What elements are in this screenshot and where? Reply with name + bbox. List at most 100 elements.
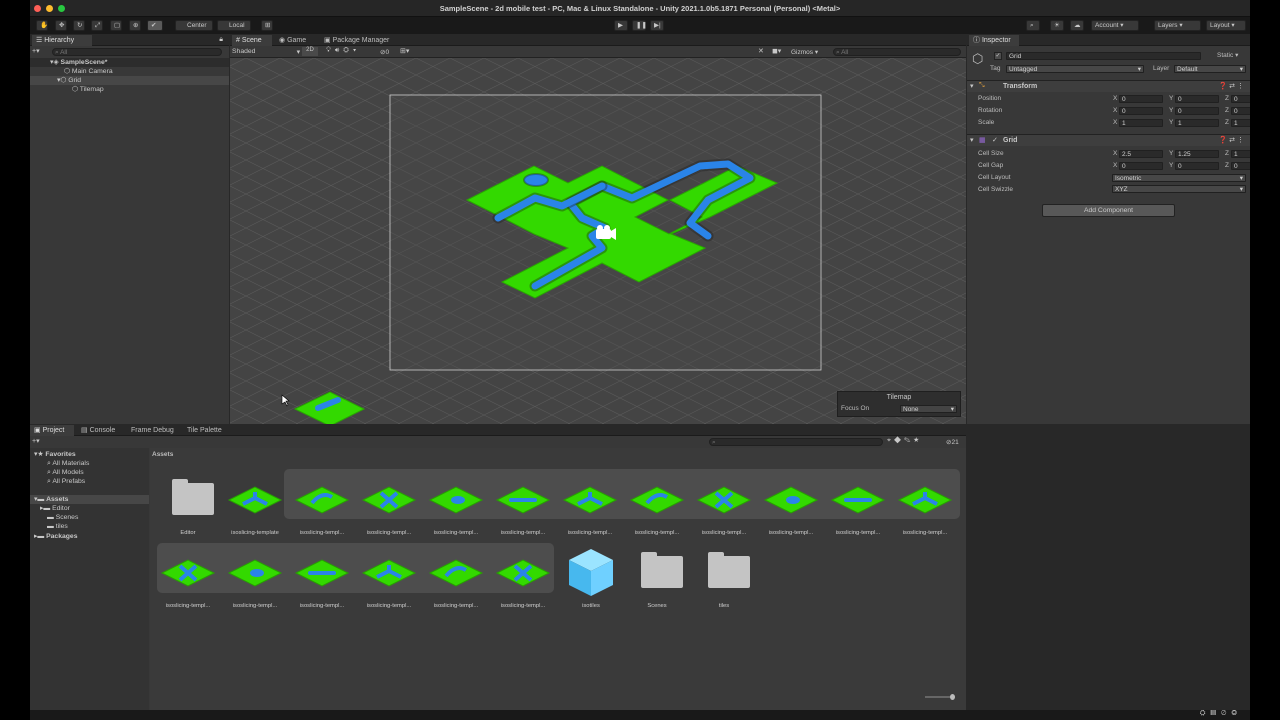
- layout-dropdown[interactable]: Layout ▾: [1206, 20, 1246, 31]
- gizmos-dropdown[interactable]: Gizmos ▾: [791, 48, 827, 56]
- transform-x-field[interactable]: 0: [1119, 95, 1163, 103]
- folder-scenes[interactable]: ▬ Scenes: [47, 513, 78, 522]
- grid-snap-icon[interactable]: ⊞: [261, 20, 273, 31]
- transform-y-field[interactable]: 1: [1175, 119, 1219, 127]
- hierarchy-scene-row[interactable]: ▾◈ SampleScene*: [30, 58, 229, 67]
- project-search-input[interactable]: ⌕: [709, 438, 883, 446]
- asset-item[interactable]: isoslicing-templ...: [493, 473, 553, 539]
- play-button[interactable]: ▶: [614, 20, 628, 31]
- cell-gap-y-field[interactable]: 0: [1175, 162, 1219, 170]
- layers-dropdown[interactable]: Layers ▾: [1154, 20, 1201, 31]
- transform-y-field[interactable]: 0: [1175, 95, 1219, 103]
- account-dropdown[interactable]: Account ▾: [1091, 20, 1139, 31]
- asset-item[interactable]: isoslicing-templ...: [895, 473, 955, 539]
- asset-item[interactable]: isoslicing-templ...: [225, 546, 285, 612]
- grid-component-header[interactable]: ▾ ▦ ✓ Grid ❓ ⇄ ⋮: [967, 134, 1250, 146]
- cell-size-x-field[interactable]: 2.5: [1119, 150, 1163, 158]
- move-tool-icon[interactable]: ✥: [55, 20, 67, 31]
- asset-item[interactable]: isoslicing-templ...: [359, 546, 419, 612]
- layer-dropdown[interactable]: Default ▾: [1174, 65, 1246, 73]
- active-checkbox[interactable]: ✓: [994, 52, 1002, 60]
- folder-tiles[interactable]: ▬ tiles: [47, 522, 68, 531]
- asset-item[interactable]: isoslicing-templ...: [694, 473, 754, 539]
- pivot-local-button[interactable]: Local: [217, 20, 251, 31]
- custom-tool-icon[interactable]: ✔: [147, 20, 163, 31]
- transform-y-field[interactable]: 0: [1175, 107, 1219, 115]
- create-asset-button[interactable]: +▾: [32, 437, 40, 445]
- transform-header[interactable]: ▾ ⤡ Transform ❓ ⇄ ⋮: [967, 80, 1250, 92]
- tag-dropdown[interactable]: Untagged ▾: [1006, 65, 1144, 73]
- scene-search-input[interactable]: ⌕ All: [833, 48, 961, 56]
- cell-gap-z-field[interactable]: 0: [1231, 162, 1250, 170]
- component-menu-icon[interactable]: ❓ ⇄ ⋮: [1219, 82, 1244, 90]
- asset-item[interactable]: isoslicing-templ...: [560, 473, 620, 539]
- search-icon[interactable]: ⌕: [1026, 20, 1040, 31]
- tab-inspector[interactable]: ⓘ Inspector: [969, 35, 1019, 46]
- asset-item[interactable]: isoslicing-templ...: [426, 473, 486, 539]
- hierarchy-item-tilemap[interactable]: ⬡ Tilemap: [72, 85, 104, 94]
- transform-z-field[interactable]: 0: [1231, 107, 1250, 115]
- favorite-all-materials[interactable]: ⌕ All Materials: [47, 459, 89, 468]
- static-toggle[interactable]: Static ▾: [1217, 51, 1238, 60]
- step-button[interactable]: ▶|: [650, 20, 664, 31]
- transform-x-field[interactable]: 1: [1119, 119, 1163, 127]
- favorites-folder[interactable]: ▾★ Favorites: [34, 450, 76, 459]
- transform-x-field[interactable]: 0: [1119, 107, 1163, 115]
- zoom-slider[interactable]: [925, 694, 955, 700]
- cell-gap-x-field[interactable]: 0: [1119, 162, 1163, 170]
- favorite-all-models[interactable]: ⌕ All Models: [47, 468, 84, 477]
- packages-folder[interactable]: ▸▬ Packages: [34, 532, 77, 541]
- hierarchy-item-grid[interactable]: ▾⬡ Grid: [30, 76, 229, 85]
- asset-item[interactable]: isoslicing-templ...: [761, 473, 821, 539]
- rect-tool-icon[interactable]: ▢: [110, 20, 122, 31]
- filter-icons[interactable]: ⌖◆✎★: [887, 437, 922, 445]
- transform-tool-icon[interactable]: ⊕: [129, 20, 141, 31]
- 2d-toggle[interactable]: 2D: [302, 47, 318, 56]
- tab-project[interactable]: ▣ Project: [30, 425, 74, 436]
- cell-size-z-field[interactable]: 1: [1231, 150, 1250, 158]
- hierarchy-item-main-camera[interactable]: ⬡ Main Camera: [64, 67, 113, 76]
- rotate-tool-icon[interactable]: ↻: [73, 20, 85, 31]
- zoom-slider-handle[interactable]: [950, 694, 955, 700]
- focus-on-dropdown[interactable]: None ▾: [900, 405, 957, 413]
- scene-viewport[interactable]: [230, 58, 966, 424]
- transform-z-field[interactable]: 0: [1231, 95, 1250, 103]
- asset-item[interactable]: isoslicing-template: [225, 473, 285, 539]
- hidden-packages-count[interactable]: ⊘21: [946, 438, 959, 446]
- asset-item[interactable]: isoslicing-templ...: [828, 473, 888, 539]
- cell-swizzle-dropdown[interactable]: XYZ ▾: [1112, 185, 1246, 193]
- pivot-center-button[interactable]: Center: [175, 20, 213, 31]
- tab-hierarchy[interactable]: ☰ Hierarchy: [32, 35, 92, 46]
- hidden-count[interactable]: ⊘0: [380, 48, 389, 56]
- assets-folder[interactable]: ▾▬ Assets: [30, 495, 149, 504]
- asset-item[interactable]: isoslicing-templ...: [158, 546, 218, 612]
- asset-item[interactable]: Scenes: [627, 546, 687, 612]
- lock-icon[interactable]: 🔒︎: [219, 36, 223, 44]
- asset-item[interactable]: isoslicing-templ...: [292, 473, 352, 539]
- grid-toggle-icon[interactable]: ⊞▾: [400, 47, 409, 55]
- scale-tool-icon[interactable]: ⤢: [91, 20, 103, 31]
- tools-icon[interactable]: ✕: [758, 47, 764, 55]
- asset-item[interactable]: isoslicing-templ...: [627, 473, 687, 539]
- asset-item[interactable]: tiles: [694, 546, 754, 612]
- status-icons[interactable]: ⛭▤⊘◎: [1200, 710, 1242, 718]
- tab-scene[interactable]: # Scene: [232, 35, 272, 46]
- asset-item[interactable]: isotiles: [561, 546, 621, 612]
- cloud-icon[interactable]: ☁: [1070, 20, 1084, 31]
- tab-frame-debug[interactable]: Frame Debug: [127, 425, 179, 436]
- favorite-all-prefabs[interactable]: ⌕ All Prefabs: [47, 477, 85, 486]
- grid-enabled-checkbox[interactable]: ✓: [992, 136, 998, 144]
- tab-package-manager[interactable]: ▣ Package Manager: [320, 35, 400, 46]
- transform-z-field[interactable]: 1: [1231, 119, 1250, 127]
- scene-toggle-icons[interactable]: 💡︎🔊︎⛭▾: [326, 47, 360, 55]
- draw-mode-dropdown[interactable]: Shaded ▾: [232, 48, 300, 56]
- pause-button[interactable]: ❚❚: [632, 20, 647, 31]
- cell-layout-dropdown[interactable]: Isometric ▾: [1112, 174, 1246, 182]
- asset-item[interactable]: isoslicing-templ...: [493, 546, 553, 612]
- tab-tile-palette[interactable]: Tile Palette: [183, 425, 231, 436]
- add-object-button[interactable]: +▾: [32, 47, 42, 56]
- cell-size-y-field[interactable]: 1.25: [1175, 150, 1219, 158]
- hierarchy-search-input[interactable]: ⌕ All: [52, 48, 222, 56]
- add-component-button[interactable]: Add Component: [1042, 204, 1175, 217]
- asset-item[interactable]: isoslicing-templ...: [292, 546, 352, 612]
